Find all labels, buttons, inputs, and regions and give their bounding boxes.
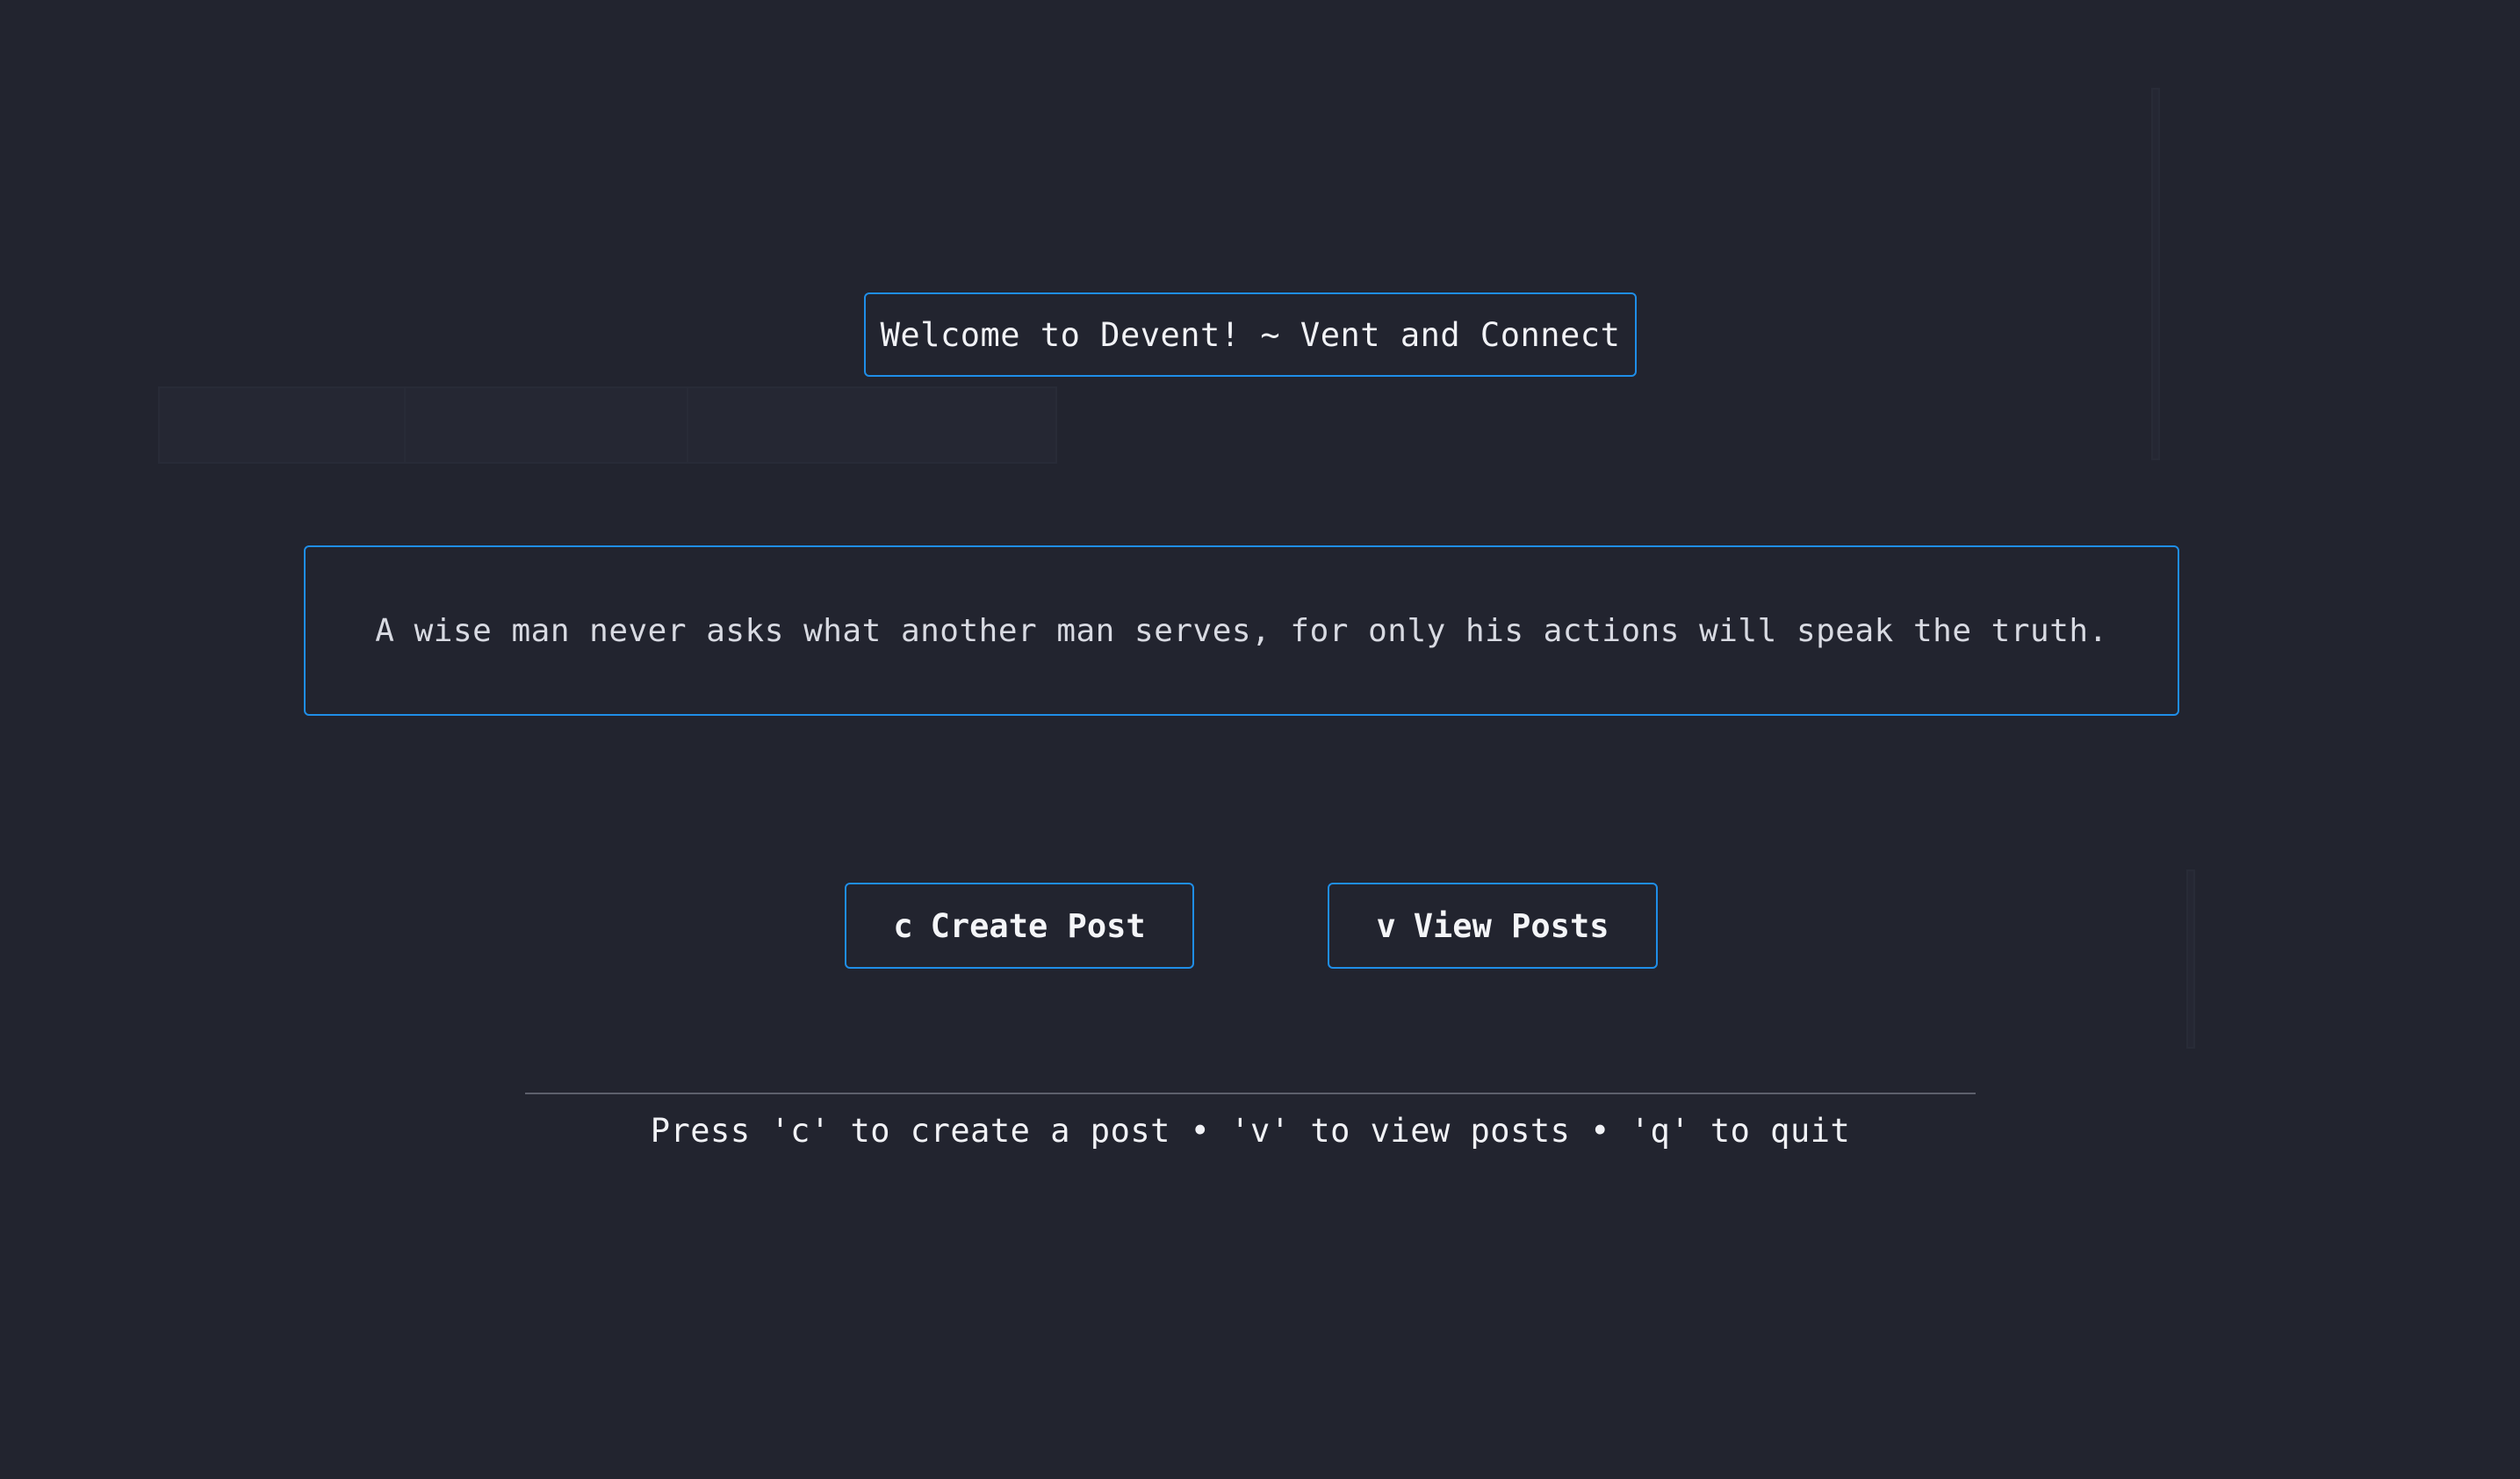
app-title: Welcome to Devent! ~ Vent and Connect bbox=[880, 315, 1621, 354]
background-ghost-layer bbox=[0, 0, 2520, 1479]
app-title-box: Welcome to Devent! ~ Vent and Connect bbox=[864, 292, 1637, 377]
quote-box: A wise man never asks what another man s… bbox=[304, 545, 2179, 716]
ghost-box bbox=[158, 386, 1057, 464]
quote-text: A wise man never asks what another man s… bbox=[375, 612, 2108, 649]
ghost-box bbox=[2151, 88, 2160, 460]
footer-divider bbox=[525, 1093, 1976, 1094]
keyboard-help-text: Press 'c' to create a post • 'v' to view… bbox=[650, 1112, 1851, 1150]
view-posts-button[interactable]: v View Posts bbox=[1328, 883, 1658, 969]
ghost-box bbox=[404, 386, 688, 464]
ghost-box bbox=[2186, 869, 2195, 1049]
create-post-button[interactable]: c Create Post bbox=[845, 883, 1194, 969]
create-post-key: c bbox=[893, 906, 913, 945]
view-posts-label: View Posts bbox=[1413, 906, 1609, 945]
view-posts-key: v bbox=[1376, 906, 1396, 945]
create-post-label: Create Post bbox=[930, 906, 1146, 945]
